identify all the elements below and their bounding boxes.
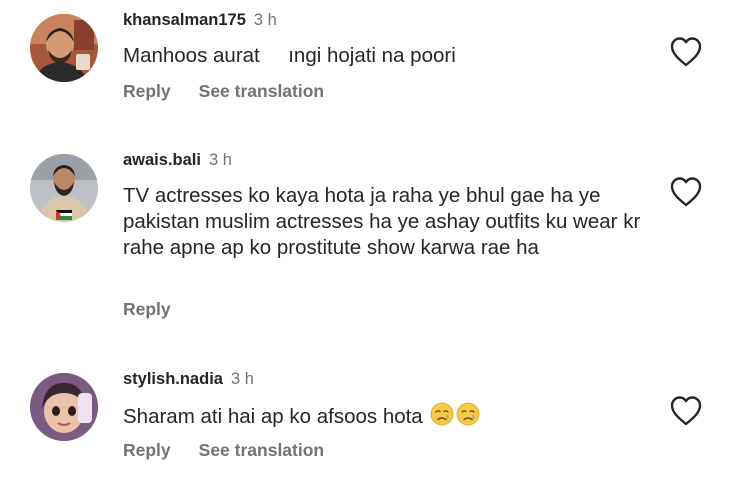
avatar[interactable] [30, 373, 98, 441]
timestamp: 3 h [208, 151, 232, 169]
comment-text: TV actresses ko kaya hota ja raha ye bhu… [123, 184, 641, 259]
like-button[interactable] [669, 36, 703, 68]
comment-actions: Reply See translation [123, 439, 324, 461]
timestamp: 3 h [230, 370, 254, 388]
like-button[interactable] [669, 395, 703, 427]
comment-meta: stylish.nadia 3 h [123, 369, 254, 389]
avatar[interactable] [30, 14, 98, 82]
crying-face-emoji [457, 402, 480, 426]
comment-text: Sharam ati hai ap ko afsoos hota [123, 402, 643, 430]
comment-text-body: Sharam ati hai ap ko afsoos hota [123, 405, 423, 428]
comment-item: awais.bali 3 h TV actresses ko kaya hota … [0, 140, 740, 340]
see-translation-button[interactable]: See translation [199, 81, 324, 101]
username[interactable]: stylish.nadia [123, 370, 223, 388]
timestamp: 3 h [253, 11, 277, 29]
comment-actions: Reply [123, 298, 171, 320]
avatar-awais-bali [30, 154, 98, 222]
crying-face-emoji [431, 402, 454, 426]
see-translation-button[interactable]: See translation [199, 440, 324, 460]
comment-text: Manhoos aurat ıngi hojati na poori [123, 44, 456, 67]
like-button[interactable] [669, 176, 703, 208]
username[interactable]: khansalman175 [123, 11, 246, 29]
comment-item: khansalman175 3 h Manhoos aurat ıngi hoja… [0, 0, 740, 120]
heart-outline-icon [670, 177, 702, 207]
heart-outline-icon [670, 396, 702, 426]
reply-button[interactable]: Reply [123, 440, 171, 460]
comment-actions: Reply See translation [123, 80, 324, 102]
username[interactable]: awais.bali [123, 151, 201, 169]
avatar[interactable] [30, 154, 98, 222]
comment-meta: awais.bali 3 h [123, 150, 232, 170]
reply-button[interactable]: Reply [123, 299, 171, 319]
heart-outline-icon [670, 37, 702, 67]
avatar-stylish-nadia [30, 373, 98, 441]
avatar-khansalman175 [30, 14, 98, 82]
comment-item: stylish.nadia 3 h Sharam ati hai ap ko af… [0, 359, 740, 479]
reply-button[interactable]: Reply [123, 81, 171, 101]
comment-meta: khansalman175 3 h [123, 10, 277, 30]
